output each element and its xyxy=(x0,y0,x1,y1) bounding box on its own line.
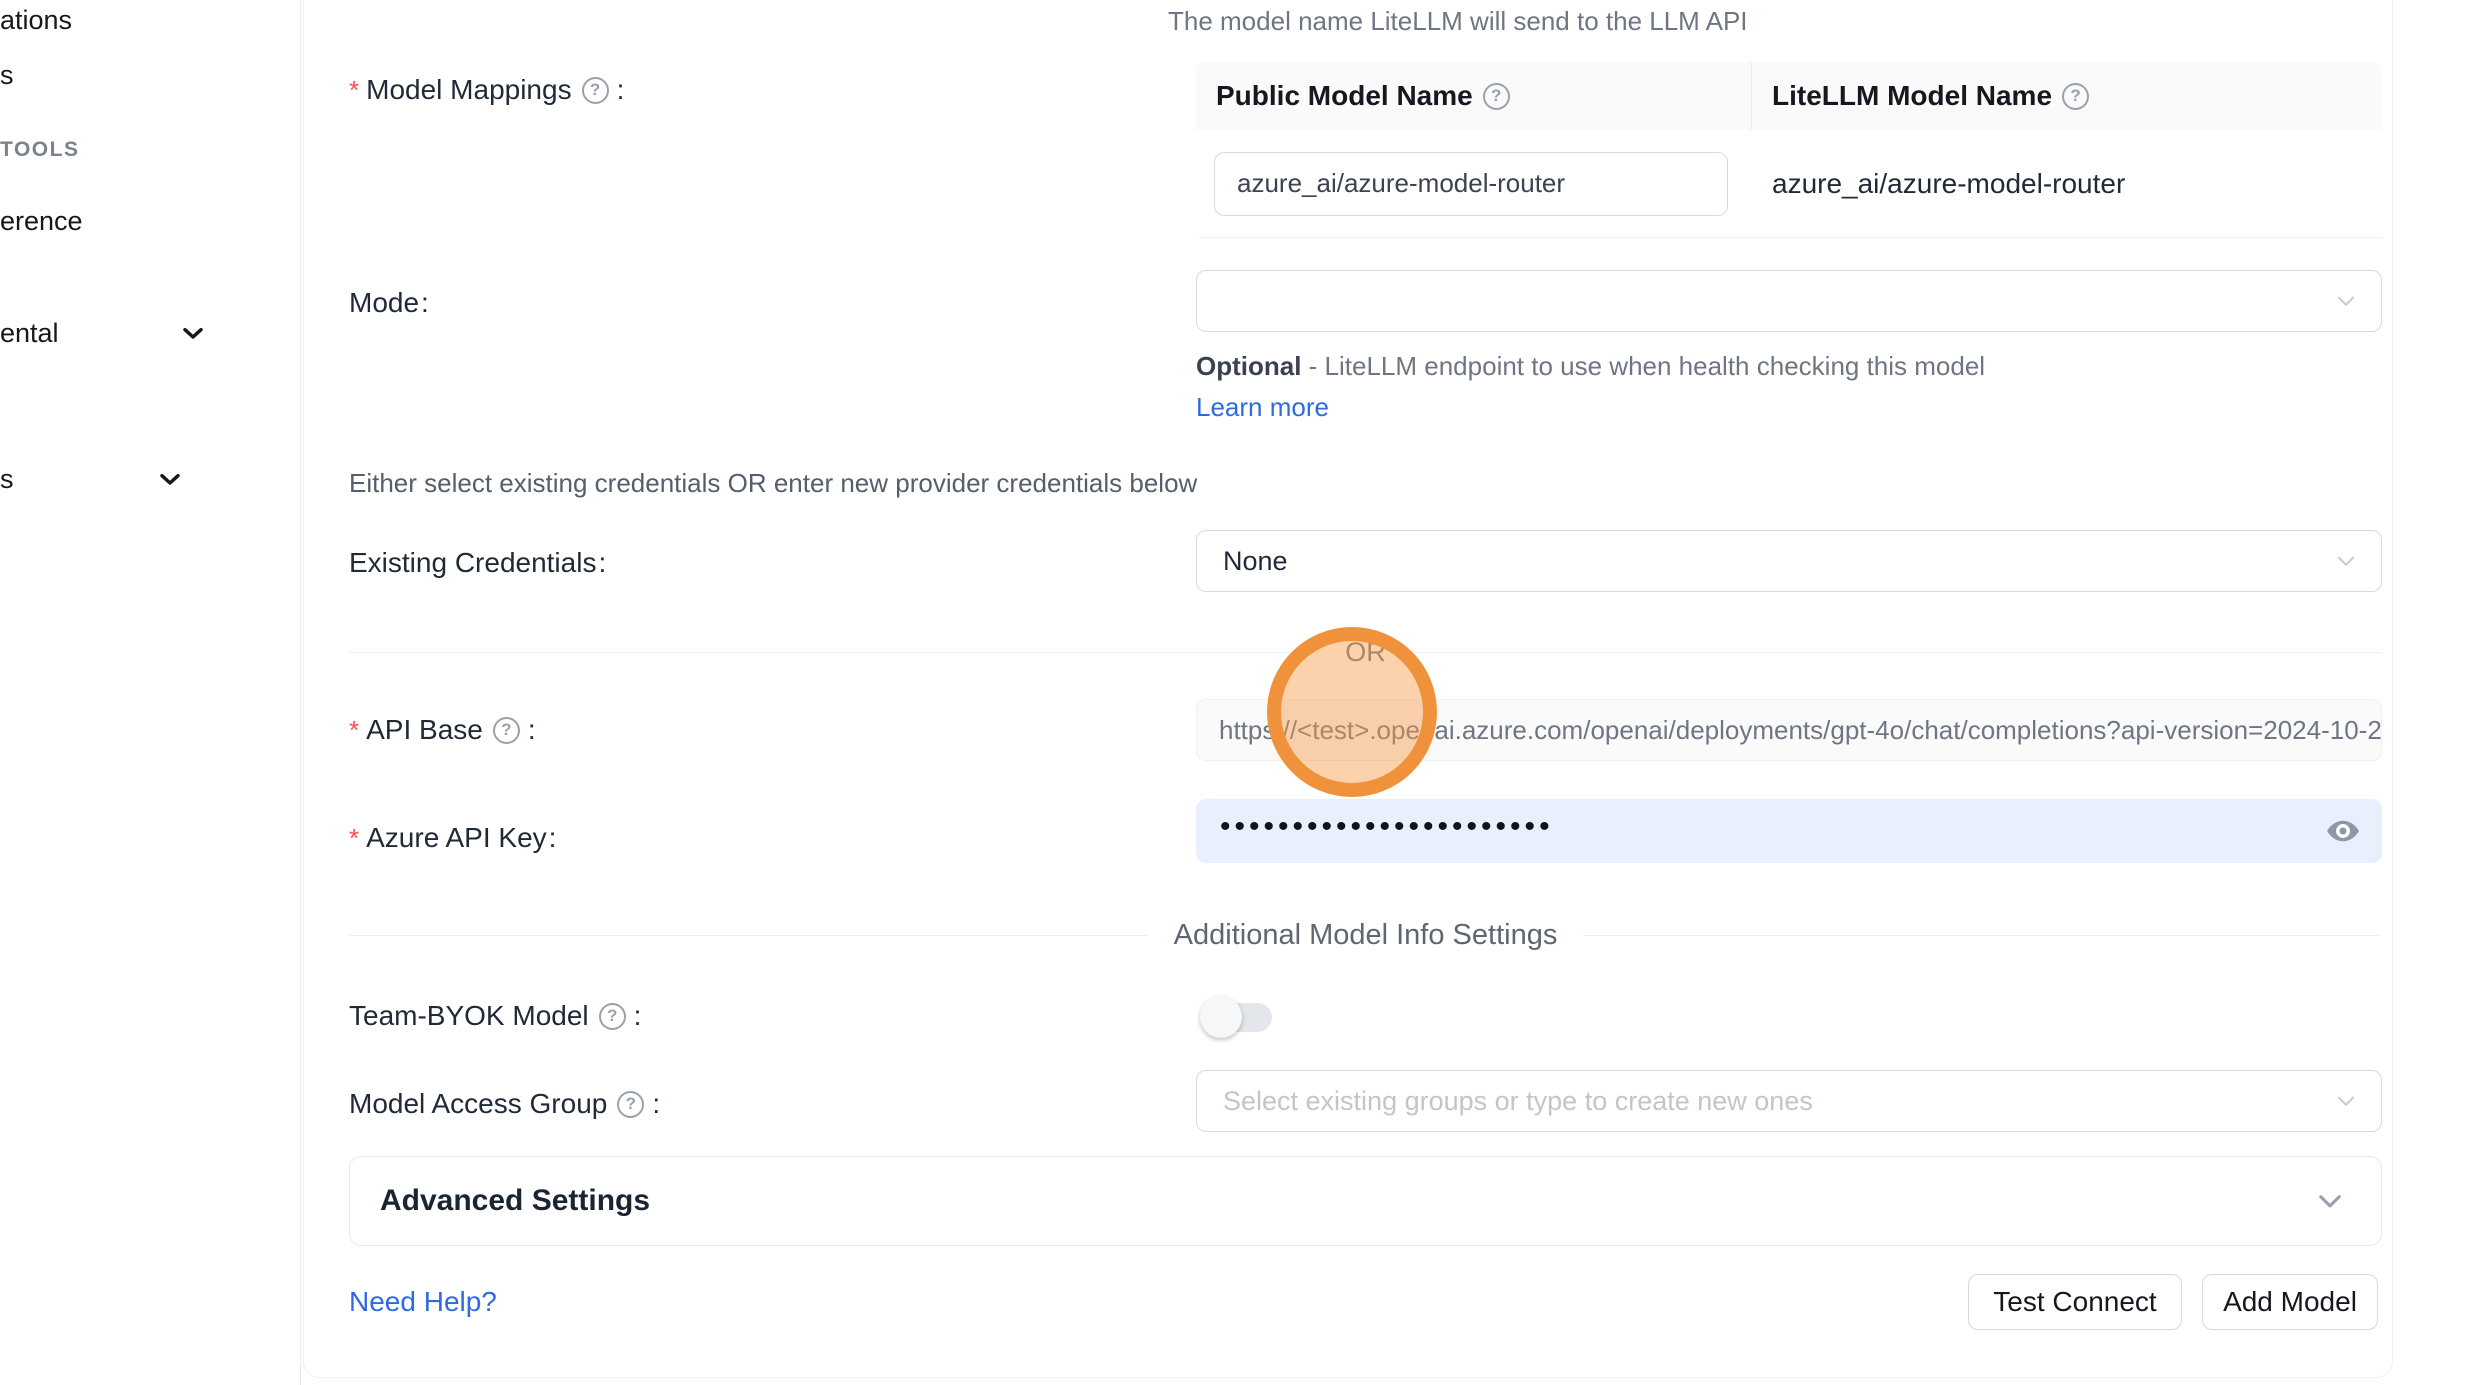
input-value: azure_ai/azure-model-router xyxy=(1237,168,1565,199)
label-colon: : xyxy=(421,287,429,319)
header-text: LiteLLM Model Name xyxy=(1772,80,2052,112)
advanced-settings-panel[interactable]: Advanced Settings xyxy=(349,1156,2382,1246)
chevron-down-icon xyxy=(2313,1184,2347,1218)
or-divider-text: OR xyxy=(1345,637,1386,668)
sidebar-item-label: erence xyxy=(0,206,83,237)
toggle-knob xyxy=(1200,996,1242,1038)
label-text: Existing Credentials xyxy=(349,547,596,579)
input-value: https://<test>.openai.azure.com/openai/d… xyxy=(1219,715,2382,746)
help-question-icon[interactable]: ? xyxy=(493,717,520,744)
additional-settings-divider: Additional Model Info Settings xyxy=(349,920,2382,950)
sidebar: ations s TOOLS erence ental s xyxy=(0,0,301,1385)
required-asterisk: * xyxy=(349,75,359,106)
sidebar-item-label: ations xyxy=(0,5,72,36)
label-text: Model Mappings xyxy=(366,74,571,106)
public-model-name-cell: azure_ai/azure-model-router xyxy=(1196,152,1752,216)
model-mappings-header-row: Public Model Name ? LiteLLM Model Name ? xyxy=(1196,62,2382,130)
help-question-icon[interactable]: ? xyxy=(599,1003,626,1030)
chevron-down-icon xyxy=(154,463,186,495)
help-question-icon[interactable]: ? xyxy=(617,1091,644,1118)
chevron-down-icon xyxy=(2333,1088,2359,1114)
credentials-instruction-text: Either select existing credentials OR en… xyxy=(349,468,1197,499)
sidebar-section-label: TOOLS xyxy=(0,138,79,161)
label-colon: : xyxy=(549,822,557,854)
sidebar-item-s2[interactable]: s xyxy=(0,463,186,495)
sidebar-item-s1[interactable]: s xyxy=(0,60,14,91)
model-access-group-label: Model Access Group ? : xyxy=(349,1088,660,1120)
team-byok-label: Team-BYOK Model ? : xyxy=(349,1000,641,1032)
sidebar-item-ental[interactable]: ental xyxy=(0,317,209,349)
divider-line xyxy=(349,935,1148,936)
label-colon: : xyxy=(598,547,606,579)
mode-label: Mode : xyxy=(349,287,429,319)
label-colon: : xyxy=(617,74,625,106)
azure-api-key-input[interactable]: ••••••••••••••••••••••• xyxy=(1196,799,2382,863)
add-model-button[interactable]: Add Model xyxy=(2202,1274,2378,1330)
label-colon: : xyxy=(652,1088,660,1120)
help-question-icon[interactable]: ? xyxy=(1483,83,1510,110)
model-mappings-row: azure_ai/azure-model-router azure_ai/azu… xyxy=(1196,130,2382,238)
model-name-helper-text: The model name LiteLLM will send to the … xyxy=(1168,6,1748,37)
model-mappings-label: * Model Mappings ? : xyxy=(349,74,624,106)
public-model-name-header: Public Model Name ? xyxy=(1196,62,1752,130)
chevron-down-icon xyxy=(2333,548,2359,574)
divider-line xyxy=(1583,935,2382,936)
api-base-input[interactable]: https://<test>.openai.azure.com/openai/d… xyxy=(1196,699,2382,761)
mode-helper-note: Optional - LiteLLM endpoint to use when … xyxy=(1196,346,2026,428)
chevron-down-icon xyxy=(177,317,209,349)
sidebar-item-erence[interactable]: erence xyxy=(0,206,83,237)
advanced-settings-title: Advanced Settings xyxy=(380,1184,650,1218)
litellm-model-name-header: LiteLLM Model Name ? xyxy=(1752,62,2095,130)
header-text: Public Model Name xyxy=(1216,80,1473,112)
public-model-name-input[interactable]: azure_ai/azure-model-router xyxy=(1214,152,1728,216)
sidebar-section-tools: TOOLS xyxy=(0,138,79,162)
model-access-group-select[interactable]: Select existing groups or type to create… xyxy=(1196,1070,2382,1132)
sidebar-item-ations[interactable]: ations xyxy=(0,5,72,36)
or-divider: OR xyxy=(349,637,2382,667)
learn-more-link[interactable]: Learn more xyxy=(1196,392,1329,422)
optional-bold: Optional xyxy=(1196,351,1301,381)
sidebar-item-label: s xyxy=(0,464,14,495)
model-mappings-table: Public Model Name ? LiteLLM Model Name ?… xyxy=(1196,62,2382,238)
litellm-model-name-cell: azure_ai/azure-model-router xyxy=(1752,168,2125,200)
mode-select[interactable] xyxy=(1196,270,2382,332)
select-value: None xyxy=(1223,546,1288,577)
help-question-icon[interactable]: ? xyxy=(2062,83,2089,110)
divider-line xyxy=(349,652,1319,653)
select-placeholder: Select existing groups or type to create… xyxy=(1223,1086,1813,1117)
label-colon: : xyxy=(634,1000,642,1032)
need-help-link[interactable]: Need Help? xyxy=(349,1286,497,1318)
masked-key-value: ••••••••••••••••••••••• xyxy=(1220,812,1554,842)
add-model-page: ations s TOOLS erence ental s The model … xyxy=(0,0,2477,1385)
litellm-model-name-value: azure_ai/azure-model-router xyxy=(1772,168,2125,199)
sidebar-item-label: ental xyxy=(0,318,59,349)
help-question-icon[interactable]: ? xyxy=(582,77,609,104)
label-text: Model Access Group xyxy=(349,1088,607,1120)
eye-icon[interactable] xyxy=(2324,812,2362,850)
optional-text: - LiteLLM endpoint to use when health ch… xyxy=(1301,351,1985,381)
label-text: Mode xyxy=(349,287,419,319)
existing-credentials-label: Existing Credentials : xyxy=(349,547,606,579)
required-asterisk: * xyxy=(349,715,359,746)
api-base-label: * API Base ? : xyxy=(349,714,536,746)
azure-api-key-label: * Azure API Key : xyxy=(349,822,556,854)
team-byok-toggle[interactable] xyxy=(1200,995,1274,1039)
label-text: API Base xyxy=(366,714,483,746)
sidebar-item-label: s xyxy=(0,60,14,91)
divider-line xyxy=(1412,652,2382,653)
label-colon: : xyxy=(528,714,536,746)
label-text: Team-BYOK Model xyxy=(349,1000,589,1032)
test-connect-button[interactable]: Test Connect xyxy=(1968,1274,2182,1330)
label-text: Azure API Key xyxy=(366,822,547,854)
existing-credentials-select[interactable]: None xyxy=(1196,530,2382,592)
additional-settings-divider-text: Additional Model Info Settings xyxy=(1174,919,1558,952)
chevron-down-icon xyxy=(2333,288,2359,314)
required-asterisk: * xyxy=(349,823,359,854)
